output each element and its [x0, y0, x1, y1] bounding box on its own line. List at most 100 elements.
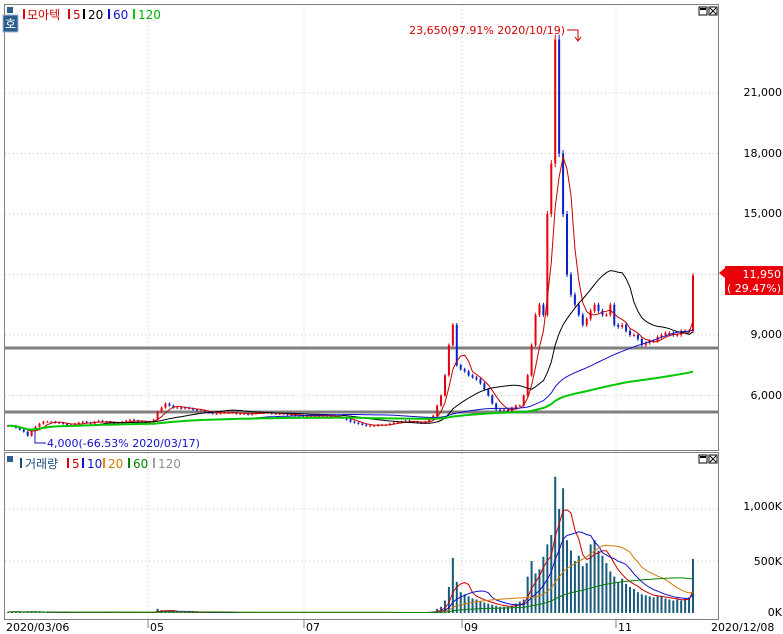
volume-bar — [656, 596, 659, 613]
candle — [455, 324, 458, 366]
volume-bar — [632, 589, 635, 613]
stock-chart: 21,000 18,000 15,000 9,000 6,000 1,000K … — [2, 4, 783, 634]
volume-bar — [672, 600, 675, 613]
legend-vol-ma10: 10 — [87, 457, 102, 471]
candle — [81, 421, 84, 423]
candle — [125, 420, 128, 422]
candle — [518, 405, 521, 407]
date-axis: 2020/03/06 05 07 09 11 2020/12/08 — [6, 620, 774, 634]
volume-bar — [491, 604, 494, 613]
date-label: 05 — [150, 621, 164, 634]
badge-label: 호 — [5, 17, 16, 31]
candle — [26, 431, 29, 436]
price-tick-label: 6,000 — [751, 389, 783, 402]
candle — [471, 375, 474, 378]
volume-bar — [495, 605, 498, 613]
candle — [164, 403, 167, 408]
candle — [443, 375, 446, 396]
candle — [558, 39, 561, 154]
date-label: 2020/12/08 — [711, 621, 774, 634]
date-label: 09 — [464, 621, 478, 634]
candle — [479, 379, 482, 384]
volume-tick-label: 1,000K — [743, 500, 782, 513]
legend-vol-ma5: 5 — [72, 457, 80, 471]
candle — [42, 421, 45, 424]
candle — [357, 422, 360, 424]
candle — [195, 409, 198, 411]
candle — [373, 425, 376, 427]
volume-bar — [483, 602, 486, 613]
candle — [506, 409, 509, 412]
candle — [168, 403, 171, 406]
candle — [129, 419, 132, 421]
legend-vol-ma20: 20 — [108, 457, 123, 471]
candle — [180, 407, 183, 409]
candle — [577, 304, 580, 315]
volume-bar — [554, 476, 557, 613]
volume-tick-label: 0K — [768, 606, 783, 619]
candle — [215, 413, 218, 415]
close-icon[interactable] — [708, 454, 718, 464]
candle — [625, 324, 628, 331]
volume-bar — [621, 578, 624, 613]
volume-tick-label: 500K — [754, 555, 783, 568]
candle — [459, 365, 462, 370]
date-label: 11 — [618, 621, 632, 634]
maximize-icon[interactable] — [698, 6, 708, 16]
candle — [46, 421, 49, 423]
volume-bar — [652, 597, 655, 613]
candle — [542, 304, 545, 315]
volume-bar — [640, 594, 643, 613]
candle — [132, 419, 135, 421]
candle — [475, 377, 478, 380]
volume-bar — [684, 598, 687, 613]
candle — [483, 383, 486, 390]
candle — [491, 395, 494, 404]
volume-bar — [597, 550, 600, 613]
date-label: 2020/03/06 — [6, 621, 69, 634]
volume-panel-frame — [4, 452, 719, 620]
candle — [538, 304, 541, 315]
candle — [676, 335, 679, 336]
candle — [239, 413, 242, 415]
legend-ma5: 5 — [73, 8, 81, 22]
candle — [629, 330, 632, 335]
legend-stock-name: 모아텍 — [27, 8, 60, 22]
volume-bar — [660, 596, 663, 613]
volume-bar — [467, 596, 470, 613]
legend-ma60: 60 — [113, 8, 128, 22]
candle — [97, 420, 100, 422]
price-tick-label: 21,000 — [744, 86, 783, 99]
candle — [487, 389, 490, 396]
legend-ma120: 120 — [138, 8, 161, 22]
candle — [447, 345, 450, 376]
candle — [38, 423, 41, 427]
volume-axis: 1,000K 500K 0K — [743, 500, 782, 619]
candle — [566, 214, 569, 275]
candle — [58, 422, 61, 424]
volume-bar — [609, 571, 612, 613]
volume-bar — [573, 561, 576, 613]
volume-bar — [566, 540, 569, 613]
candle — [211, 412, 214, 414]
candle — [160, 407, 163, 412]
close-icon[interactable] — [708, 6, 718, 16]
candle — [573, 294, 576, 305]
candle — [632, 335, 635, 336]
candle — [278, 413, 281, 415]
volume-bar — [648, 596, 651, 613]
maximize-icon[interactable] — [698, 454, 708, 464]
price-tick-label: 9,000 — [751, 328, 783, 341]
volume-bar — [569, 550, 572, 613]
candle — [436, 405, 439, 416]
candle — [605, 314, 608, 316]
high-label: 23,650(97.91% 2020/10/19) — [409, 24, 565, 37]
candle — [243, 413, 246, 415]
volume-bar — [605, 563, 608, 613]
candle — [365, 424, 368, 426]
candle — [503, 409, 506, 411]
volume-bar — [636, 592, 639, 613]
last-price-marker: 11,950 ( 29.47%) — [719, 266, 783, 295]
price-axis: 21,000 18,000 15,000 9,000 6,000 — [744, 86, 783, 402]
volume-bar — [577, 555, 580, 613]
